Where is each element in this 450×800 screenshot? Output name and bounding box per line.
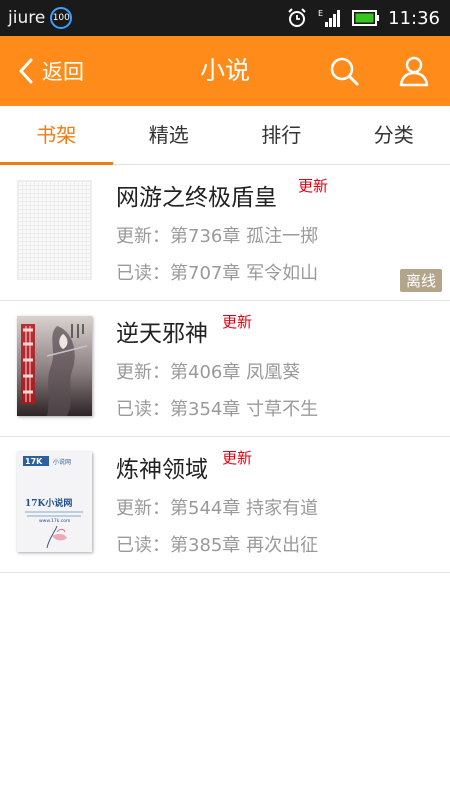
tab-featured[interactable]: 精选 xyxy=(113,106,226,164)
book-item[interactable]: 17K 小说网 17K小说网 www.17k.com 炼神领域 更新 更新：第5… xyxy=(0,437,450,573)
cover-url: www.17k.com xyxy=(39,518,70,524)
offline-badge: 离线 xyxy=(399,269,442,292)
battery-icon xyxy=(352,9,380,27)
book-list: 网游之终极盾皇 更新 更新：第736章 孤注一掷 已读：第707章 军令如山 离… xyxy=(0,165,450,573)
latest-chapter: 更新：第544章 持家有道 xyxy=(116,498,319,519)
signal-icon: E xyxy=(318,7,342,29)
new-badge: 更新 xyxy=(222,449,253,467)
svg-text:E: E xyxy=(318,9,323,18)
book-cover-placeholder xyxy=(17,180,92,280)
cover-logo-sub: 小说网 xyxy=(53,458,71,466)
chevron-left-icon xyxy=(19,58,33,84)
book-cover xyxy=(17,316,92,416)
notification-badge: 100 xyxy=(50,7,73,29)
book-title: 逆天邪神 xyxy=(116,321,208,347)
app-header: 返回 小说 xyxy=(0,36,450,106)
book-cover: 17K 小说网 17K小说网 www.17k.com xyxy=(17,452,92,552)
book-item[interactable]: 逆天邪神 更新 更新：第406章 凤凰葵 已读：第354章 寸草不生 xyxy=(0,301,450,437)
back-button[interactable]: 返回 xyxy=(18,36,84,106)
book-item[interactable]: 网游之终极盾皇 更新 更新：第736章 孤注一掷 已读：第707章 军令如山 离… xyxy=(0,165,450,301)
status-bar: jiure 100 E 11:36 xyxy=(0,0,450,36)
cover-site-name: 17K小说网 xyxy=(25,497,72,509)
book-title: 炼神领域 xyxy=(116,457,208,483)
latest-chapter: 更新：第406章 凤凰葵 xyxy=(116,362,301,383)
back-label: 返回 xyxy=(42,60,84,84)
new-badge: 更新 xyxy=(298,177,329,195)
book-title: 网游之终极盾皇 xyxy=(116,185,277,211)
tab-bar: 书架 精选 排行 分类 xyxy=(0,106,450,165)
clock: 11:36 xyxy=(388,7,440,29)
new-badge: 更新 xyxy=(222,313,253,331)
alarm-icon xyxy=(286,7,308,29)
read-chapter: 已读：第354章 寸草不生 xyxy=(116,399,319,420)
user-icon[interactable] xyxy=(398,55,430,87)
tab-category[interactable]: 分类 xyxy=(338,106,450,164)
read-chapter: 已读：第707章 军令如山 xyxy=(116,263,319,284)
read-chapter: 已读：第385章 再次出征 xyxy=(116,535,319,556)
latest-chapter: 更新：第736章 孤注一掷 xyxy=(116,226,319,247)
tab-ranking[interactable]: 排行 xyxy=(225,106,338,164)
carrier-label: jiure xyxy=(8,8,46,28)
cover-logo: 17K xyxy=(25,457,43,466)
tab-bookshelf[interactable]: 书架 xyxy=(0,106,113,165)
search-icon[interactable] xyxy=(328,55,360,87)
